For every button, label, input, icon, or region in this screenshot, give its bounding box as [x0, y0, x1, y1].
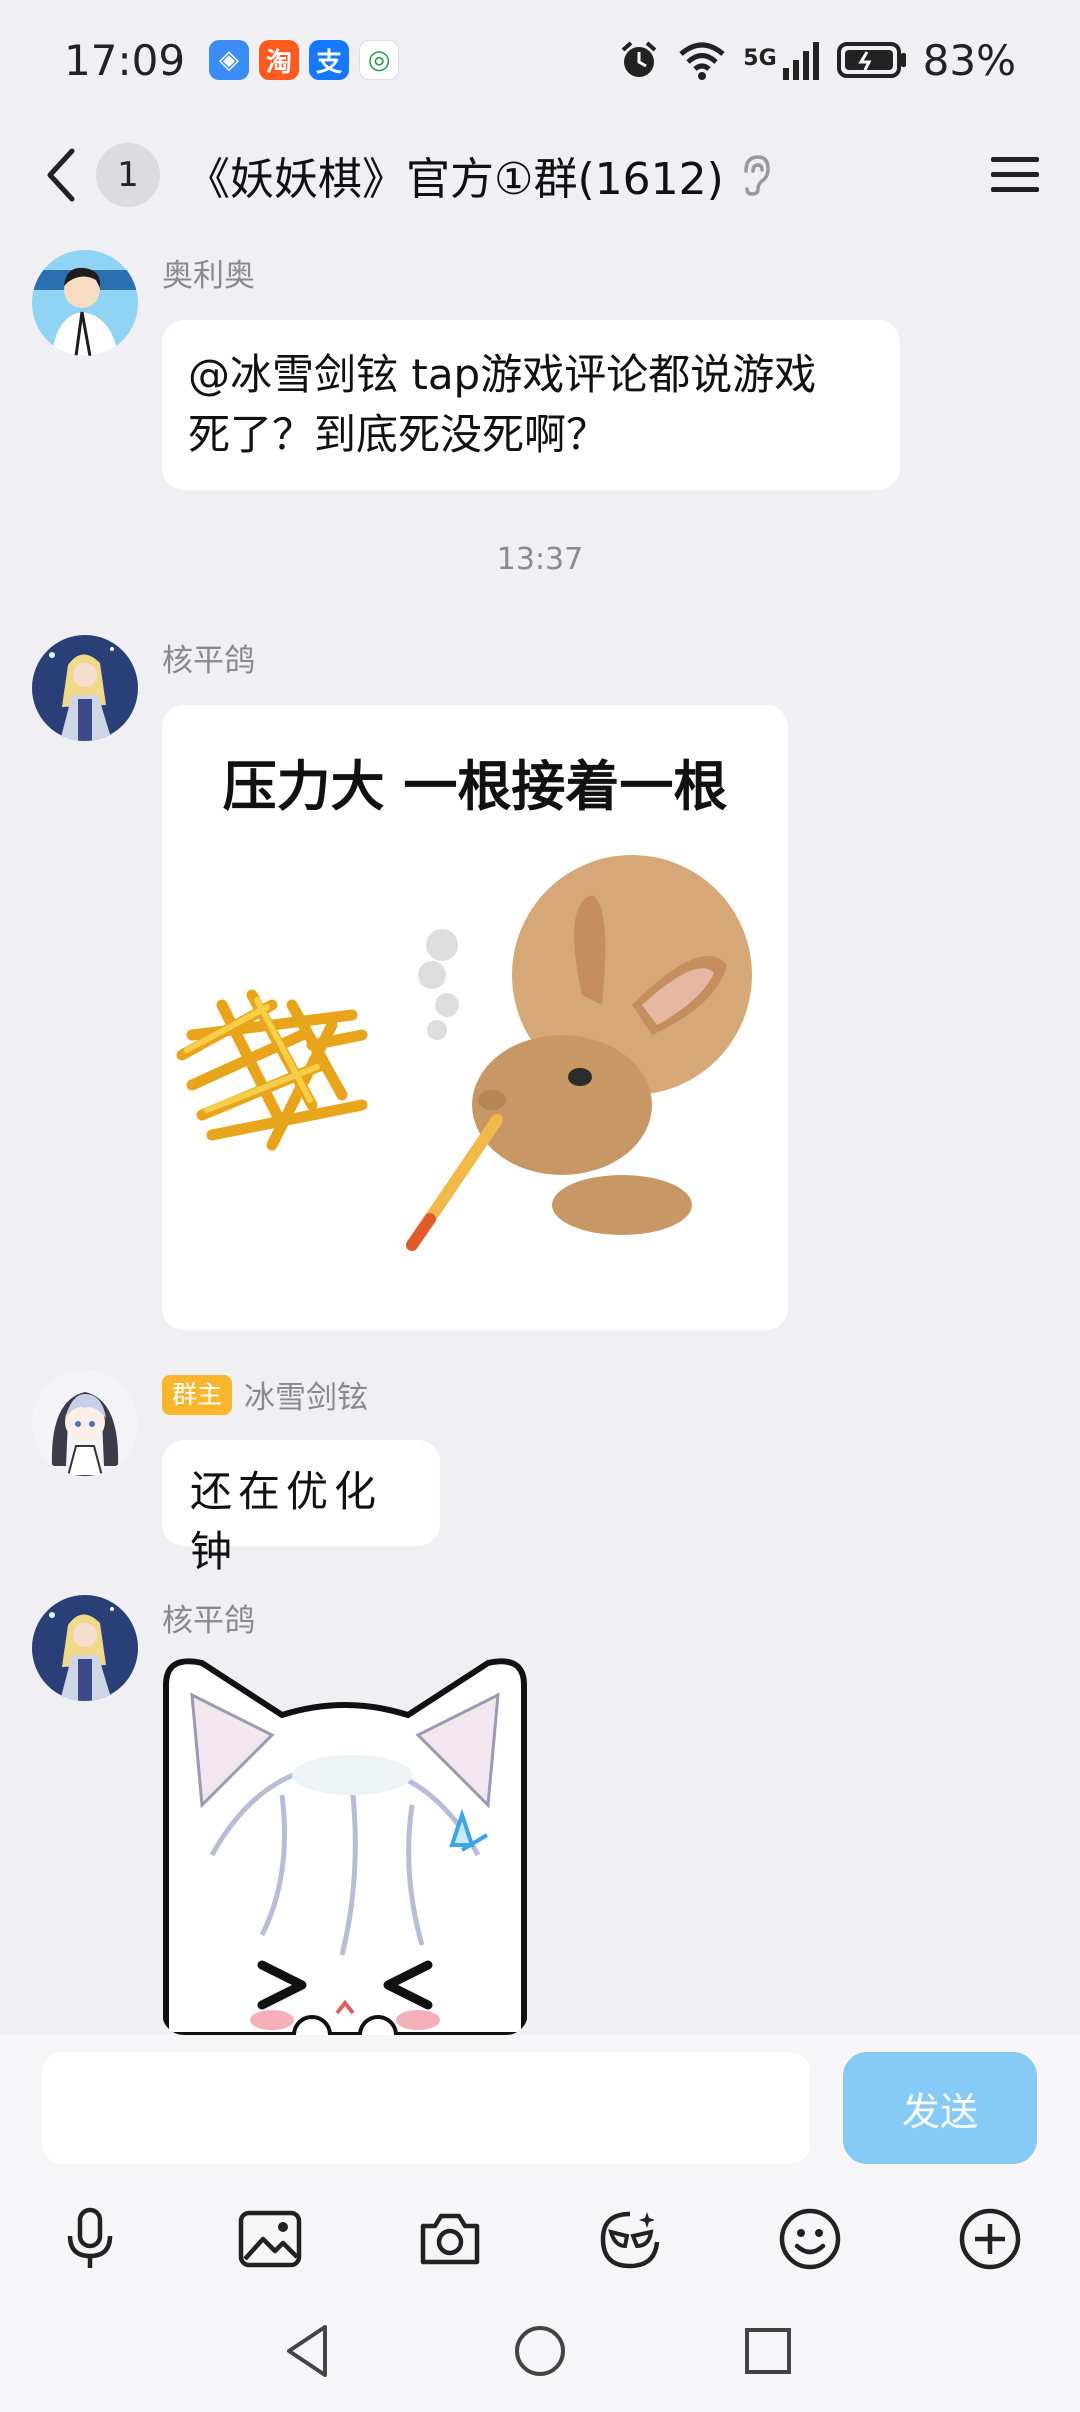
input-bar: 发送 — [0, 2035, 1080, 2185]
smiley-icon — [779, 2208, 841, 2270]
sender-name: 核平鸽 — [162, 643, 255, 679]
menu-button[interactable] — [980, 135, 1050, 215]
triangle-back-icon — [287, 2325, 327, 2377]
message-text-line: @冰雪剑铉 tap游戏评论都说游戏 — [188, 350, 817, 399]
microphone-icon — [67, 2207, 113, 2268]
message-input[interactable] — [42, 2052, 810, 2164]
message-text-line: 死了？到底死没死啊？ — [188, 410, 609, 459]
nav-back-button[interactable] — [268, 2311, 348, 2391]
chat-header: 1 《妖妖棋》官方①群(1612) — [0, 120, 1080, 230]
voice-button[interactable] — [50, 2199, 130, 2279]
alipay-app-icon: 支 — [309, 40, 350, 80]
sticker-face-icon — [600, 2211, 660, 2269]
taobao-app-icon: 淘 — [259, 40, 300, 80]
signal-icon — [782, 42, 819, 80]
shield-app-icon: ◈ — [209, 40, 250, 80]
owner-badge: 群主 — [162, 1374, 233, 1415]
message-bubble[interactable]: @冰雪剑铉 tap游戏评论都说游戏 死了？到底死没死啊？ — [162, 320, 900, 490]
chevron-left-icon — [47, 148, 75, 202]
back-button[interactable] — [30, 135, 90, 215]
avatar[interactable] — [32, 1370, 138, 1476]
avatar[interactable] — [32, 250, 138, 356]
camera-button[interactable] — [410, 2199, 490, 2279]
image-button[interactable] — [230, 2199, 310, 2279]
sticker-button[interactable] — [590, 2199, 670, 2279]
nav-home-button[interactable] — [500, 2311, 580, 2391]
sticker-message[interactable] — [162, 1655, 528, 2035]
avatar[interactable] — [32, 1595, 138, 1701]
sender-row: 群主 冰雪剑铉 — [162, 1372, 368, 1417]
status-time: 17:09 — [64, 35, 186, 85]
image-icon — [238, 2210, 302, 2268]
circle-home-icon — [515, 2326, 565, 2376]
earpiece-mode-icon[interactable] — [738, 153, 772, 197]
chat-toolbar — [0, 2185, 1080, 2285]
send-button[interactable]: 发送 — [843, 2052, 1037, 2164]
plus-circle-icon — [959, 2208, 1021, 2270]
message-text: 还在优化钟 — [190, 1467, 383, 1576]
avatar[interactable] — [32, 635, 138, 741]
status-bar: 17:09 ◈ 淘 支 ◎ 5G 83% — [0, 0, 1080, 120]
wifi-icon — [679, 42, 725, 80]
alarm-icon — [621, 41, 657, 77]
battery-percent: 83% — [922, 35, 1016, 85]
image-message[interactable]: 压力大 一根接着一根 — [162, 705, 788, 1330]
status-indicators: 5G 83% — [617, 36, 1016, 85]
more-button[interactable] — [950, 2199, 1030, 2279]
battery-icon — [836, 42, 906, 78]
unread-count-badge[interactable]: 1 — [96, 143, 160, 207]
message-list[interactable]: 奥利奥 @冰雪剑铉 tap游戏评论都说游戏 死了？到底死没死啊？ 13:37 核… — [0, 230, 1080, 2035]
mobile-app-icon: ◎ — [359, 40, 400, 80]
sender-name: 冰雪剑铉 — [244, 1380, 369, 1416]
sender-name: 奥利奥 — [162, 258, 255, 294]
camera-icon — [420, 2213, 480, 2265]
system-nav-bar — [0, 2285, 1080, 2412]
emoji-button[interactable] — [770, 2199, 850, 2279]
network-type-label: 5G — [743, 45, 777, 71]
sender-name: 核平鸽 — [162, 1603, 255, 1639]
hamburger-menu-icon — [991, 157, 1039, 192]
message-bubble[interactable]: 还在优化钟 — [162, 1440, 440, 1576]
square-recents-icon — [745, 2328, 791, 2374]
image-caption: 压力大 一根接着一根 — [223, 755, 728, 818]
nav-recents-button[interactable] — [728, 2311, 808, 2391]
timestamp: 13:37 — [496, 542, 584, 577]
group-title[interactable]: 《妖妖棋》官方①群(1612) — [186, 143, 724, 207]
